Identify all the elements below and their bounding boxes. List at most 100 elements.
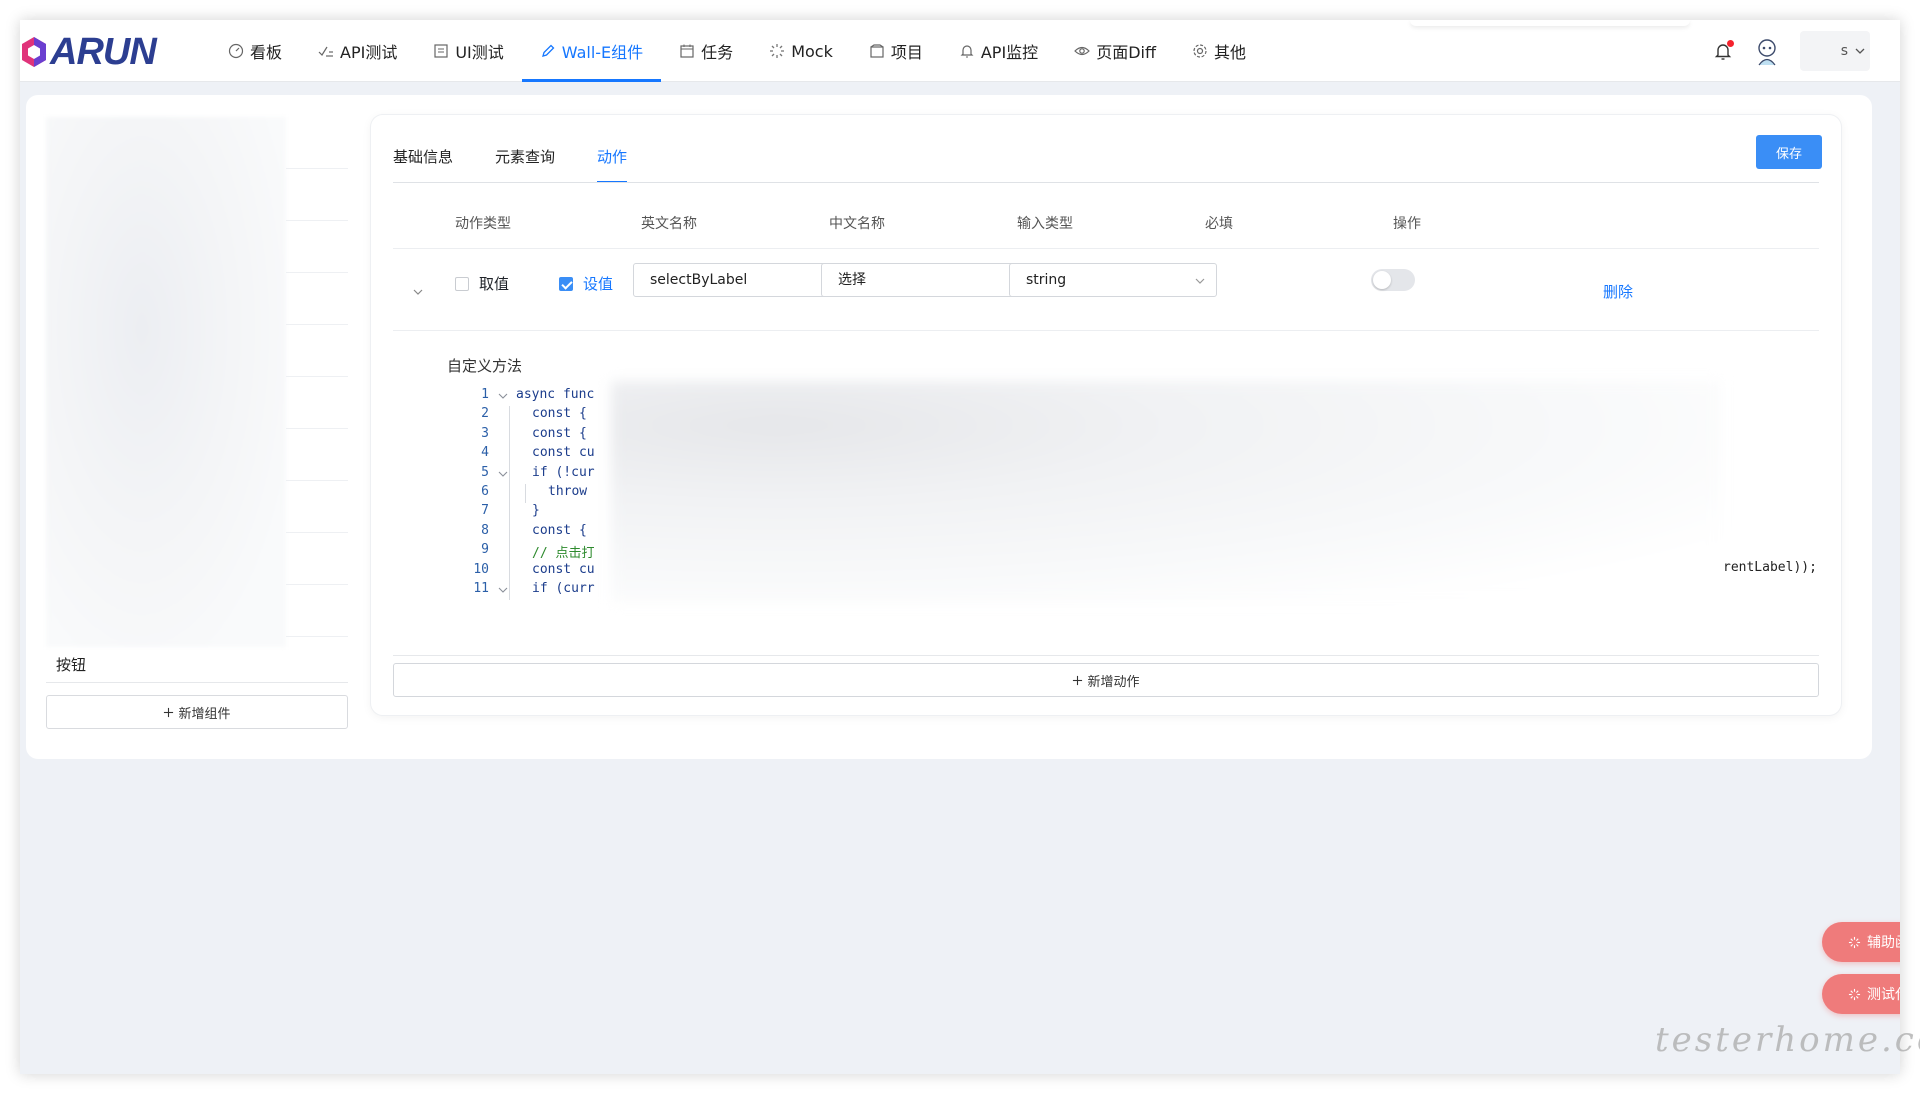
user-menu[interactable]: s — [1800, 31, 1870, 71]
code-text: const { — [532, 406, 587, 422]
loading-icon — [1848, 988, 1861, 1000]
logo-hexagon-icon — [22, 37, 46, 67]
checkbox-box — [455, 276, 469, 291]
save-button[interactable]: 保存 — [1756, 135, 1822, 169]
nav-item-page-diff[interactable]: 页面Diff — [1056, 20, 1174, 82]
checkbox-box-checked — [559, 276, 573, 291]
col-en-name: 英文名称 — [641, 216, 697, 232]
add-component-button[interactable]: 新增组件 — [46, 695, 348, 729]
input-type-select[interactable]: string — [1009, 263, 1217, 297]
fold-chevron-icon[interactable] — [497, 468, 509, 480]
set-value-checkbox[interactable]: 设值 — [559, 273, 613, 294]
add-action-button[interactable]: 新增动作 — [393, 663, 1819, 697]
line-number: 10 — [473, 561, 489, 577]
nav-item-walle[interactable]: Wall-E组件 — [521, 20, 662, 82]
line-number: 1 — [481, 387, 489, 402]
component-list-panel: 按钮 新增组件 — [46, 117, 348, 737]
en-name-input[interactable]: selectByLabel — [633, 263, 841, 297]
list-item[interactable] — [286, 221, 348, 273]
list-item[interactable] — [286, 481, 348, 533]
line-number: 7 — [481, 503, 489, 519]
test-code-button[interactable]: 测试代码 — [1822, 974, 1900, 1014]
helper-functions-button[interactable]: 辅助函数 — [1822, 922, 1900, 962]
settings-icon — [1193, 44, 1207, 58]
tab-actions[interactable]: 动作 — [597, 145, 628, 183]
watermark: testerhome.com — [1655, 1020, 1920, 1060]
chevron-down-icon — [1855, 48, 1865, 54]
list-item[interactable] — [286, 325, 348, 377]
code-text: } — [532, 503, 540, 519]
required-switch[interactable] — [1371, 269, 1415, 291]
check-list-icon — [318, 46, 334, 57]
notification-bell[interactable] — [1712, 40, 1734, 62]
loading-icon — [770, 44, 785, 58]
expand-chevron-icon[interactable] — [411, 285, 425, 299]
col-cn-name: 中文名称 — [829, 216, 885, 232]
tabs-divider — [393, 182, 1819, 183]
dashboard-icon — [228, 43, 244, 59]
list-item[interactable] — [286, 429, 348, 481]
nav-label: 项目 — [890, 43, 923, 62]
delete-action-link[interactable]: 删除 — [1603, 281, 1633, 302]
nav-label: 任务 — [701, 43, 734, 62]
line-number: 9 — [481, 542, 489, 558]
nav-item-projects[interactable]: 项目 — [851, 20, 941, 82]
plus-icon — [1073, 675, 1083, 685]
app-logo[interactable]: ARUN — [20, 31, 157, 73]
line-number: 3 — [481, 425, 489, 441]
loading-icon — [1848, 936, 1861, 948]
get-value-checkbox[interactable]: 取值 — [455, 273, 509, 294]
tab-basic-info[interactable]: 基础信息 — [393, 145, 453, 183]
list-item[interactable] — [286, 585, 348, 637]
line-number: 2 — [481, 406, 489, 422]
fold-chevron-icon[interactable] — [497, 390, 509, 402]
notification-badge — [1727, 40, 1734, 47]
list-item[interactable] — [286, 533, 348, 585]
col-required: 必填 — [1205, 216, 1233, 232]
switch-knob — [1373, 271, 1391, 289]
nav-label: 其他 — [1213, 43, 1246, 62]
calendar-icon — [680, 44, 694, 58]
checkbox-label: 取值 — [479, 275, 510, 293]
tab-element-query[interactable]: 元素查询 — [495, 145, 555, 183]
list-item[interactable] — [286, 273, 348, 325]
code-line-tail: rentLabel)); — [1723, 560, 1817, 575]
document-icon — [434, 44, 448, 58]
logo-text: ARUN — [50, 31, 157, 73]
component-item-button[interactable]: 按钮 — [56, 654, 86, 675]
custom-method-label: 自定义方法 — [447, 357, 523, 375]
user-area: s — [1712, 20, 1870, 82]
editor-tabs: 基础信息 元素查询 动作 — [393, 145, 628, 183]
list-item[interactable] — [286, 117, 348, 169]
code-text: const cu — [532, 445, 595, 461]
code-text: const cu — [532, 561, 595, 577]
nav-label: Mock — [791, 41, 833, 61]
nav-item-mock[interactable]: Mock — [751, 20, 851, 82]
nav-item-api-test[interactable]: API测试 — [300, 20, 415, 82]
cn-name-input[interactable]: 选择 — [821, 263, 1029, 297]
code-text: if (!cur — [532, 464, 595, 480]
nav-item-api-monitor[interactable]: API监控 — [941, 20, 1056, 82]
add-component-label: 新增组件 — [178, 706, 231, 722]
nav-item-ui-test[interactable]: UI测试 — [415, 20, 521, 82]
nav-item-dashboard[interactable]: 看板 — [210, 20, 300, 82]
list-item[interactable] — [286, 377, 348, 429]
eye-icon — [1074, 46, 1091, 56]
col-ops: 操作 — [1393, 216, 1421, 232]
list-item[interactable] — [286, 169, 348, 221]
main-menu: 看板 API测试 UI测试 Wall-E组件 任务 Mock 项目 API监控 … — [210, 20, 1264, 82]
divider — [46, 682, 348, 683]
checkbox-label: 设值 — [583, 275, 614, 293]
action-row: 取值 设值 selectByLabel 选择 string 删除 — [393, 249, 1819, 331]
line-number: 4 — [481, 445, 489, 461]
avatar[interactable] — [1752, 36, 1782, 66]
fold-chevron-icon[interactable] — [497, 584, 509, 596]
code-text: const { — [532, 425, 587, 441]
nav-item-other[interactable]: 其他 — [1174, 20, 1264, 82]
code-editor[interactable]: 11 if (curr 10 const cu 9 // 点击打 8 const {7} 6 th… — [461, 381, 1821, 603]
nav-item-tasks[interactable]: 任务 — [661, 20, 751, 82]
code-text: if (curr — [532, 581, 595, 596]
nav-label: API测试 — [340, 43, 398, 62]
content-card: 按钮 新增组件 基础信息 元素查询 动作 保存 动作类型 英文名称 中文名称 输… — [26, 95, 1872, 759]
chevron-down-icon — [1195, 278, 1205, 284]
